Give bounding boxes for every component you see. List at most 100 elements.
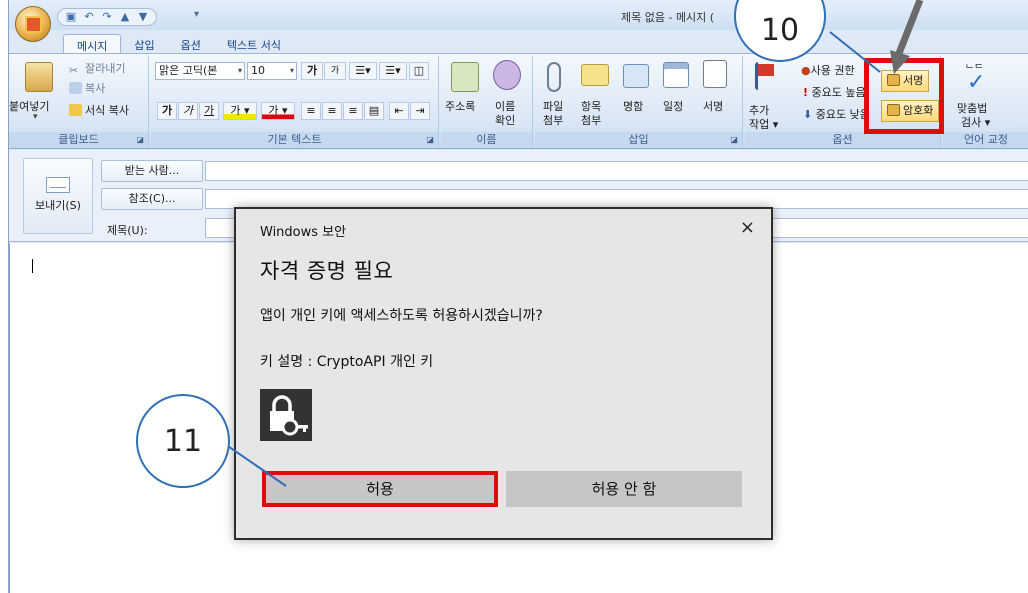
callout-line-11 <box>221 441 287 487</box>
to-button[interactable]: 받는 사람... <box>101 160 203 182</box>
bullet-list-icon: ☰▾ <box>355 64 371 77</box>
group-proofing: ᄂᄃ ✓ 맞춤법 검사 ▾ 언어 교정 <box>943 56 1028 148</box>
font-color-button[interactable]: 가 ▾ <box>261 102 295 120</box>
dialog-heading: 자격 증명 필요 <box>260 259 394 283</box>
paste-dropdown-icon[interactable]: ▾ <box>33 112 38 122</box>
send-button[interactable]: 보내기(S) <box>23 158 93 234</box>
group-label-basic-text: 기본 텍스트 ◪ <box>151 132 438 148</box>
permission-icon: ● <box>801 64 811 77</box>
dialog-caption: Windows 보안 <box>260 225 347 240</box>
dialog-question: 앱이 개인 키에 액세스하도록 허용하시겠습니까? <box>260 308 543 324</box>
paste-icon[interactable] <box>25 62 53 92</box>
grow-font-button[interactable]: 가 <box>301 62 323 80</box>
group-names: 주소록 이름 확인 이름 <box>441 56 533 148</box>
scissors-icon: ✂ <box>69 64 79 77</box>
align-right-icon: ≡ <box>348 104 358 117</box>
envelope-icon[interactable] <box>581 64 609 86</box>
cc-button[interactable]: 참조(C)... <box>101 188 203 210</box>
window-title: 제목 없음 - 메시지 ( <box>621 11 715 24</box>
low-importance-button[interactable]: ⬇ 중요도 낮음 <box>803 106 870 122</box>
align-center-button[interactable]: ≡ <box>322 102 342 120</box>
group-basic-text: 맑은 고딕(본 ▾ 10 ▾ 가 가 ☰▾ ☰▾ ◫ 가 가 가 가 ▾ 가 ▾ ≡… <box>151 56 439 148</box>
check-names-icon[interactable] <box>493 60 521 90</box>
increase-indent-icon: ⇥ <box>415 104 425 117</box>
key-description: 키 설명 : CryptoAPI 개인 키 <box>260 354 434 370</box>
close-icon[interactable]: × <box>740 217 755 238</box>
group-label-clipboard: 클립보드 ◪ <box>9 132 148 148</box>
align-left-icon: ≡ <box>306 104 316 117</box>
signature-button[interactable]: 서명 <box>703 98 723 114</box>
spelling-button-line2: 검사 ▾ <box>961 116 991 129</box>
numbered-list-icon: ☰▾ <box>385 64 401 77</box>
subject-label: 제목(U): <box>107 224 148 237</box>
justify-icon: ▤ <box>368 104 380 117</box>
dialog-launcher-icon[interactable]: ◪ <box>136 132 144 148</box>
bullets-button[interactable]: ☰▾ <box>349 62 377 80</box>
exclamation-icon: ! <box>803 86 809 99</box>
numbering-button[interactable]: ☰▾ <box>379 62 407 80</box>
italic-button[interactable]: 가 <box>178 102 198 120</box>
redo-icon[interactable]: ↷ <box>100 11 114 23</box>
copy-button[interactable]: 복사 <box>69 80 105 96</box>
windows-security-dialog: Windows 보안 × 자격 증명 필요 앱이 개인 키에 액세스하도록 허용… <box>234 207 773 540</box>
save-icon[interactable]: ▣ <box>64 11 78 23</box>
font-size-combo[interactable]: 10 ▾ <box>247 62 297 80</box>
check-names-button-line2: 확인 <box>495 114 516 127</box>
address-book-icon[interactable] <box>451 62 479 92</box>
group-insert: 파일 첨부 항목 첨부 명함 일정 서명 삽입 ◪ <box>535 56 743 148</box>
qat-customize-icon[interactable]: ▾ <box>194 9 199 20</box>
follow-up-button-line2: 작업 ▾ <box>749 118 779 131</box>
styles-button[interactable]: ◫ <box>409 62 429 80</box>
paperclip-icon[interactable] <box>547 62 561 92</box>
signature-pen-icon[interactable] <box>703 60 727 88</box>
spelling-check-icon[interactable]: ᄂᄃ ✓ <box>961 60 991 95</box>
cut-button[interactable]: ✂ 잘라내기 <box>69 60 125 77</box>
group-label-options: 옵션 <box>745 132 940 148</box>
decrease-indent-icon: ⇤ <box>394 104 404 117</box>
text-cursor <box>32 259 33 273</box>
group-label-names: 이름 <box>441 132 532 148</box>
lock-key-icon <box>260 389 312 441</box>
address-book-button[interactable]: 주소록 <box>445 98 475 114</box>
format-painter-button[interactable]: 서식 복사 <box>69 102 129 118</box>
down-icon[interactable]: ▼ <box>136 11 150 23</box>
calendar-button[interactable]: 일정 <box>663 98 683 114</box>
font-name-combo[interactable]: 맑은 고딕(본 ▾ <box>155 62 245 80</box>
to-field[interactable] <box>205 161 1028 181</box>
calendar-icon[interactable] <box>663 62 689 88</box>
underline-button[interactable]: 가 <box>199 102 219 120</box>
justify-button[interactable]: ▤ <box>364 102 384 120</box>
undo-icon[interactable]: ↶ <box>82 11 96 23</box>
send-envelope-icon <box>46 177 70 193</box>
cc-field[interactable] <box>205 189 1028 209</box>
office-button[interactable] <box>15 6 51 42</box>
decrease-indent-button[interactable]: ⇤ <box>389 102 409 120</box>
brush-icon <box>69 104 82 116</box>
attach-file-button-line2: 첨부 <box>543 114 564 127</box>
copy-icon <box>69 82 82 94</box>
office-logo-icon <box>25 16 42 33</box>
shrink-font-button[interactable]: 가 <box>324 62 346 80</box>
bold-button[interactable]: 가 <box>157 102 177 120</box>
flag-icon[interactable] <box>755 62 777 90</box>
up-icon[interactable]: ▲ <box>118 11 132 23</box>
align-right-button[interactable]: ≡ <box>343 102 363 120</box>
paste-button[interactable]: 붙여넣기 <box>9 98 49 114</box>
step-callout-11: 11 <box>136 394 230 488</box>
increase-indent-button[interactable]: ⇥ <box>410 102 430 120</box>
align-left-button[interactable]: ≡ <box>301 102 321 120</box>
deny-button[interactable]: 허용 안 함 <box>506 471 742 507</box>
callout-arrow-10 <box>829 0 924 74</box>
quick-access-toolbar: ▣ ↶ ↷ ▲ ▼ <box>57 8 157 26</box>
styles-icon: ◫ <box>413 64 425 77</box>
dialog-launcher-icon[interactable]: ◪ <box>426 132 434 148</box>
group-label-proofing: 언어 교정 <box>943 132 1028 148</box>
dialog-launcher-icon[interactable]: ◪ <box>730 132 738 148</box>
down-arrow-icon: ⬇ <box>803 108 813 121</box>
business-card-icon[interactable] <box>623 64 649 88</box>
group-label-insert: 삽입 ◪ <box>535 132 742 148</box>
business-card-button[interactable]: 명함 <box>623 98 643 114</box>
highlight-button[interactable]: 가 ▾ <box>223 102 257 120</box>
high-importance-button[interactable]: ! 중요도 높음 <box>803 84 866 100</box>
attach-item-button-line2: 첨부 <box>581 114 602 127</box>
